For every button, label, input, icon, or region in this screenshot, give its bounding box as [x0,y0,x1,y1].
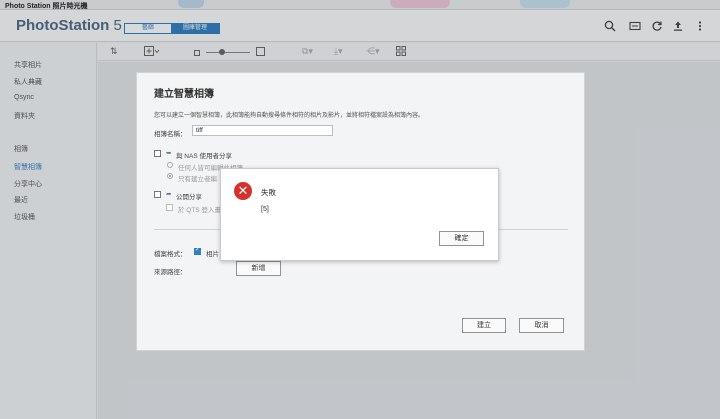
share-nas-creator-radio[interactable] [167,173,173,179]
file-format-photo-checkbox[interactable] [194,246,201,255]
public-share-login-checkbox[interactable] [166,204,173,211]
public-share-login-label: 於 QTS 登入畫 [178,207,221,214]
error-icon: ✕ [234,182,252,200]
public-share-label: 公開分享 [176,194,202,201]
share-nas-icon: ➥ [166,150,172,157]
share-nas-checkbox[interactable] [154,150,161,157]
dialog-title: 建立智慧相簿 [154,89,214,100]
ok-button[interactable]: 確定 [439,231,484,246]
source-path-label: 來源路徑： [154,269,187,276]
file-format-photo-label: 相片 [206,251,219,258]
error-title: 失敗 [261,188,276,197]
album-name-label: 相簿名稱： [154,131,187,138]
dialog-description: 您可以建立一個智慧相簿，此相簿能夠自動搜尋條件相符的相片及影片，並將相符檔案設為… [154,113,425,119]
cancel-button[interactable]: 取消 [519,318,564,333]
create-button[interactable]: 建立 [462,318,506,333]
error-dialog: ✕ 失敗 [5] 確定 [220,168,499,261]
share-nas-anyone-radio[interactable] [167,162,173,168]
share-nas-creator-label: 只有建立者編 [178,176,217,183]
public-share-icon: ➦ [166,191,172,198]
file-format-label: 檔案格式： [154,251,187,258]
public-share-checkbox[interactable] [154,191,161,198]
add-source-button[interactable]: 新增 [236,261,281,276]
album-name-input[interactable]: tiff [192,125,333,136]
error-message: [5] [261,206,269,213]
share-nas-label: 與 NAS 使用者分享 [176,153,232,160]
